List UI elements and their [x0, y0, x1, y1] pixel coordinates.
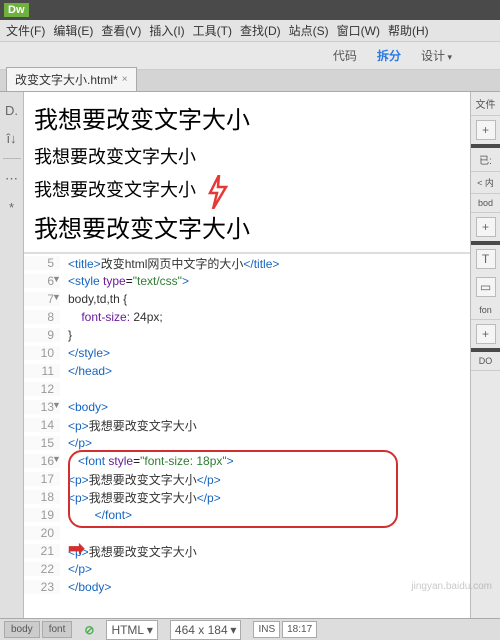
- star-icon[interactable]: *: [4, 199, 20, 215]
- tab-label: 改变文字大小.html*: [15, 71, 118, 88]
- code-line[interactable]: 11</head>: [24, 362, 470, 380]
- right-panel: 文件 + 已: < 内 bod + T ▭ fon + DO: [470, 92, 500, 618]
- menu-edit[interactable]: 编辑(E): [53, 22, 93, 39]
- code-line[interactable]: 16▼ <font style="font-size: 18px">: [24, 452, 470, 470]
- panel-item-1[interactable]: < 内: [471, 172, 500, 194]
- code-line[interactable]: 8 font-size: 24px;: [24, 308, 470, 326]
- menu-file[interactable]: 文件(F): [6, 22, 45, 39]
- dom-panel-label[interactable]: DO: [471, 352, 500, 371]
- code-line[interactable]: 22</p>: [24, 560, 470, 578]
- menu-help[interactable]: 帮助(H): [388, 22, 429, 39]
- document-tab-bar: 改变文字大小.html* ×: [0, 70, 500, 92]
- add-button[interactable]: +: [476, 120, 496, 140]
- code-line[interactable]: 7▼body,td,th {: [24, 290, 470, 308]
- close-icon[interactable]: ×: [122, 74, 128, 85]
- code-line[interactable]: 19 </font>: [24, 506, 470, 524]
- code-line[interactable]: 17<p>我想要改变文字大小</p>: [24, 470, 470, 488]
- breadcrumb-body[interactable]: body: [4, 621, 40, 638]
- split-view-button[interactable]: 拆分: [369, 44, 409, 67]
- document-tab[interactable]: 改变文字大小.html* ×: [6, 67, 137, 91]
- preview-text-1: 我想要改变文字大小: [34, 100, 460, 135]
- design-view-dropdown[interactable]: 设计: [413, 44, 460, 67]
- files-panel-label[interactable]: 文件: [471, 92, 500, 116]
- code-line[interactable]: 13▼<body>: [24, 398, 470, 416]
- menu-site[interactable]: 站点(S): [289, 22, 329, 39]
- app-logo: Dw: [4, 3, 29, 17]
- code-line[interactable]: 21<p>我想要改变文字大小: [24, 542, 470, 560]
- menu-tools[interactable]: 工具(T): [193, 22, 232, 39]
- code-line[interactable]: 12: [24, 380, 470, 398]
- manage-icon[interactable]: î↓: [4, 130, 20, 146]
- menu-find[interactable]: 查找(D): [240, 22, 281, 39]
- view-toolbar: 代码 拆分 设计: [0, 42, 500, 70]
- code-line[interactable]: 9}: [24, 326, 470, 344]
- language-selector[interactable]: HTML ▾: [106, 620, 157, 640]
- status-bar: body font ⊘ HTML ▾ 464 x 184 ▾ INS 18:17: [0, 618, 500, 640]
- insert-mode[interactable]: INS: [253, 621, 280, 638]
- panel-label-2: 已:: [471, 148, 500, 172]
- code-line[interactable]: 14<p>我想要改变文字大小: [24, 416, 470, 434]
- code-line[interactable]: 5<title>改变html网页中文字的大小</title>: [24, 254, 470, 272]
- font-label[interactable]: fon: [471, 301, 500, 320]
- panel-item-2[interactable]: bod: [471, 194, 500, 213]
- menu-bar: 文件(F) 编辑(E) 查看(V) 插入(I) 工具(T) 查找(D) 站点(S…: [0, 20, 500, 42]
- separator: [3, 158, 21, 159]
- preview-text-3: 我想要改变文字大小: [34, 176, 196, 202]
- code-line[interactable]: 20: [24, 524, 470, 542]
- code-line[interactable]: 10</style>: [24, 344, 470, 362]
- add-button-3[interactable]: +: [476, 324, 496, 344]
- code-line[interactable]: 15</p>: [24, 434, 470, 452]
- left-tool-panel: D. î↓ ⋯ *: [0, 92, 24, 618]
- preview-text-2: 我想要改变文字大小: [34, 143, 460, 169]
- dimensions-selector[interactable]: 464 x 184 ▾: [170, 620, 242, 640]
- breadcrumb-font[interactable]: font: [42, 621, 73, 638]
- more-icon[interactable]: ⋯: [4, 171, 20, 187]
- menu-insert[interactable]: 插入(I): [149, 22, 184, 39]
- preview-text-4: 我想要改变文字大小: [34, 209, 460, 244]
- text-tool-icon[interactable]: T: [476, 249, 496, 269]
- menu-view[interactable]: 查看(V): [101, 22, 141, 39]
- add-button-2[interactable]: +: [476, 217, 496, 237]
- title-bar: Dw: [0, 0, 500, 20]
- code-line[interactable]: 18<p>我想要改变文字大小</p>: [24, 488, 470, 506]
- code-editor-pane[interactable]: ➡ 5<title>改变html网页中文字的大小</title>6▼<style…: [24, 254, 470, 618]
- lightning-icon: [206, 175, 228, 209]
- box-tool-icon[interactable]: ▭: [476, 277, 496, 297]
- validation-icon[interactable]: ⊘: [84, 623, 94, 637]
- panel-separator-2: [471, 241, 500, 245]
- file-icon[interactable]: D.: [4, 102, 20, 118]
- cursor-position: 18:17: [282, 621, 317, 638]
- menu-window[interactable]: 窗口(W): [337, 22, 380, 39]
- live-preview-pane: 我想要改变文字大小 我想要改变文字大小 我想要改变文字大小 我想要改变文字大小: [24, 92, 470, 254]
- code-line[interactable]: 6▼<style type="text/css">: [24, 272, 470, 290]
- code-view-button[interactable]: 代码: [325, 44, 365, 67]
- code-line[interactable]: 23</body>: [24, 578, 470, 596]
